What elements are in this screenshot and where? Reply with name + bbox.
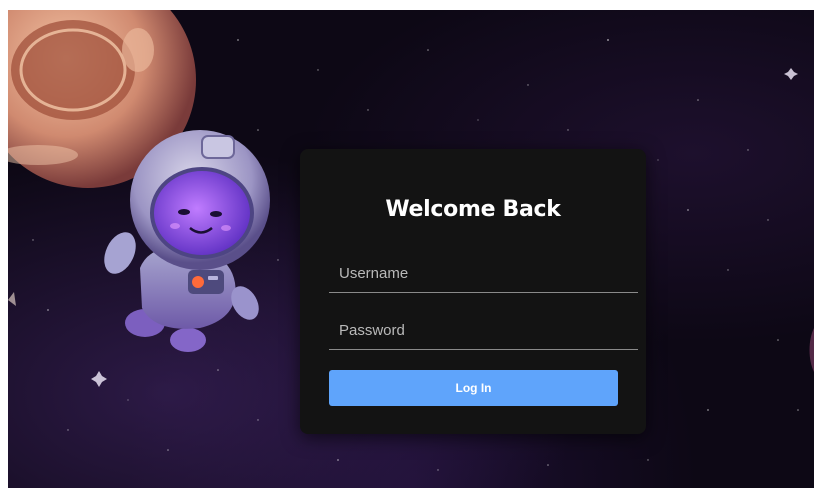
username-input[interactable] bbox=[329, 255, 638, 293]
astronaut-illustration bbox=[104, 130, 270, 352]
login-title: Welcome Back bbox=[385, 197, 561, 222]
space-background: Welcome Back Log In bbox=[8, 10, 814, 488]
login-card: Welcome Back Log In bbox=[300, 149, 646, 434]
login-button[interactable]: Log In bbox=[329, 370, 618, 406]
password-input[interactable] bbox=[329, 312, 638, 350]
